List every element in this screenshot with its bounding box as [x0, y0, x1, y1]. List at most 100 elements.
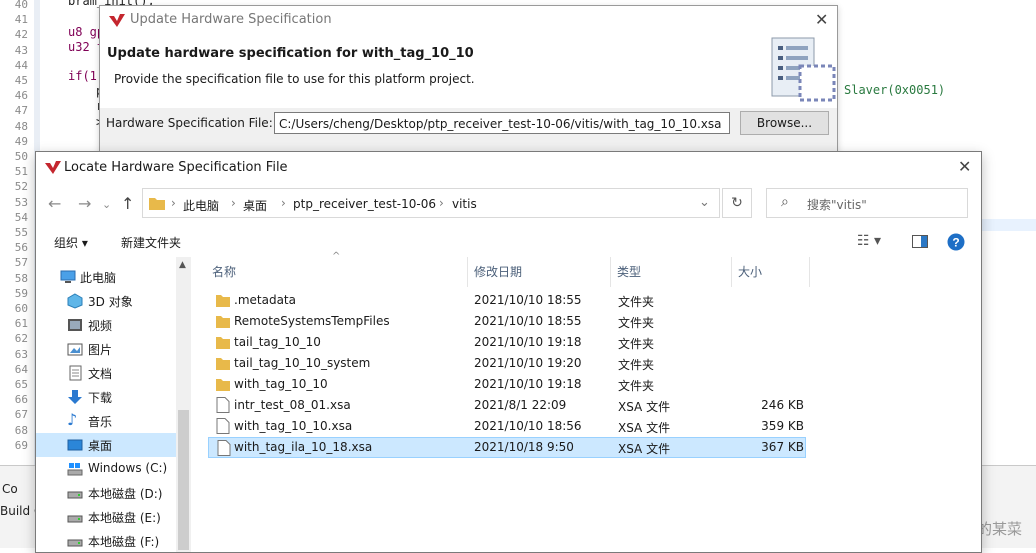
breadcrumb-separator: ›: [281, 196, 286, 210]
desktop-icon: [67, 437, 83, 453]
file-date: 2021/10/10 18:56: [474, 419, 582, 433]
folder-icon: [216, 379, 230, 391]
scrollbar-thumb[interactable]: [178, 410, 189, 550]
dialog-subheading: Provide the specification file to use fo…: [114, 72, 475, 86]
hardware-spec-label: Hardware Specification File:: [106, 116, 273, 130]
locate-file-dialog: Locate Hardware Specification File ✕ ← →…: [35, 151, 982, 553]
sidebar-item-drive-c[interactable]: Windows (C:): [36, 457, 176, 481]
line-number: 41: [14, 13, 28, 27]
file-row-folder[interactable]: tail_tag_10_10 2021/10/10 19:18 文件夹: [208, 332, 808, 353]
column-size[interactable]: 大小: [738, 263, 762, 280]
code-line: Slaver(0x0051): [844, 83, 946, 97]
line-number: 58: [14, 271, 28, 285]
current-line-highlight: [980, 219, 1036, 231]
help-icon[interactable]: ?: [947, 233, 965, 251]
line-number: 50: [14, 150, 28, 163]
line-number: 49: [14, 134, 28, 148]
hardware-spec-field[interactable]: C:/Users/cheng/Desktop/ptp_receiver_test…: [274, 112, 730, 134]
file-name: tail_tag_10_10: [234, 335, 321, 349]
file-name: intr_test_08_01.xsa: [234, 398, 351, 412]
computer-icon: [60, 269, 76, 285]
column-name[interactable]: 名称: [212, 263, 236, 280]
search-box[interactable]: ⌕ 搜索"vitis": [766, 188, 968, 218]
navigation-pane: 此电脑 3D 对象 视频 图片 文档 下载 ♪ 音乐 桌面 Windows (C…: [36, 257, 191, 552]
line-number: 51: [14, 165, 28, 179]
line-number: 63: [14, 347, 28, 361]
chevron-down-icon[interactable]: ⌄: [699, 195, 710, 210]
column-divider[interactable]: [731, 257, 732, 287]
browse-button[interactable]: Browse...: [740, 111, 829, 135]
breadcrumb-item[interactable]: 桌面: [243, 197, 267, 214]
address-bar[interactable]: › 此电脑 › 桌面 › ptp_receiver_test-10-06 › v…: [142, 188, 720, 218]
sidebar-item-drive-e[interactable]: 本地磁盘 (E:): [36, 505, 176, 529]
column-divider[interactable]: [467, 257, 468, 287]
file-row-xsa[interactable]: with_tag_10_10.xsa 2021/10/10 18:56 XSA …: [208, 416, 808, 437]
sidebar-item-this-pc[interactable]: 此电脑: [36, 265, 176, 289]
column-date[interactable]: 修改日期: [474, 263, 522, 280]
scroll-up-icon[interactable]: ▲: [179, 260, 186, 270]
up-icon[interactable]: ↑: [121, 194, 134, 213]
sidebar-item-3d-objects[interactable]: 3D 对象: [36, 289, 176, 313]
drive-icon: [67, 509, 83, 525]
breadcrumb-item[interactable]: ptp_receiver_test-10-06: [293, 197, 436, 211]
file-row-folder[interactable]: with_tag_10_10 2021/10/10 19:18 文件夹: [208, 374, 808, 395]
breadcrumb-separator: ›: [231, 196, 236, 210]
organize-button[interactable]: 组织 ▾: [54, 234, 88, 251]
sidebar-item-videos[interactable]: 视频: [36, 313, 176, 337]
file-date: 2021/10/10 19:18: [474, 335, 582, 349]
file-date: 2021/10/10 18:55: [474, 314, 582, 328]
sidebar-item-documents[interactable]: 文档: [36, 361, 176, 385]
dialog-title: Locate Hardware Specification File: [64, 160, 288, 175]
file-size: 359 KB: [761, 419, 804, 433]
line-number: 59: [14, 286, 28, 300]
command-bar: 组织 ▾ 新建文件夹 ☷ ▾ ?: [36, 227, 981, 255]
sidebar-item-downloads[interactable]: 下载: [36, 385, 176, 409]
sidebar-item-desktop[interactable]: 桌面: [36, 433, 176, 457]
drive-icon: [67, 485, 83, 501]
forward-icon[interactable]: →: [78, 194, 91, 213]
sidebar-item-drive-d[interactable]: 本地磁盘 (D:): [36, 481, 176, 505]
file-row-xsa[interactable]: intr_test_08_01.xsa 2021/8/1 22:09 XSA 文…: [208, 395, 808, 416]
sidebar-item-drive-f[interactable]: 本地磁盘 (F:): [36, 529, 176, 553]
line-number: 55: [14, 226, 28, 239]
close-icon[interactable]: ✕: [958, 157, 971, 176]
folder-icon: [216, 295, 230, 307]
column-type[interactable]: 类型: [617, 263, 641, 280]
sidebar-item-pictures[interactable]: 图片: [36, 337, 176, 361]
line-number: 43: [14, 43, 28, 57]
line-number: 42: [14, 28, 28, 42]
file-name: with_tag_10_10: [234, 377, 328, 391]
line-number: 68: [14, 423, 28, 437]
folder-icon: [149, 198, 165, 210]
file-row-folder[interactable]: tail_tag_10_10_system 2021/10/10 19:20 文…: [208, 353, 808, 374]
file-type: XSA 文件: [618, 442, 671, 456]
file-row-folder[interactable]: .metadata 2021/10/10 18:55 文件夹: [208, 290, 808, 311]
file-date: 2021/10/10 19:18: [474, 377, 582, 391]
file-name: with_tag_ila_10_18.xsa: [234, 440, 373, 454]
line-number: 40: [14, 0, 28, 11]
file-row-folder[interactable]: RemoteSystemsTempFiles 2021/10/10 18:55 …: [208, 311, 808, 332]
dialog-heading: Update hardware specification for with_t…: [107, 46, 474, 61]
file-row-selected[interactable]: with_tag_ila_10_18.xsa 2021/10/18 9:50 X…: [208, 437, 806, 458]
recent-dropdown-icon[interactable]: ⌄: [102, 198, 111, 211]
preview-pane-icon[interactable]: [912, 235, 928, 248]
breadcrumb-separator: ›: [171, 196, 176, 210]
close-icon[interactable]: ✕: [815, 10, 828, 29]
download-icon: [67, 389, 83, 405]
breadcrumb-item[interactable]: vitis: [452, 197, 477, 211]
file-list-header: ^ 名称 修改日期 类型 大小: [194, 251, 981, 287]
line-number: 61: [14, 317, 28, 331]
column-divider[interactable]: [809, 257, 810, 287]
new-folder-button[interactable]: 新建文件夹: [121, 234, 181, 251]
column-divider[interactable]: [610, 257, 611, 287]
back-icon[interactable]: ←: [48, 194, 61, 213]
sidebar-item-music[interactable]: ♪ 音乐: [36, 409, 176, 433]
file-icon: [217, 440, 231, 456]
refresh-icon[interactable]: ↻: [722, 188, 752, 218]
music-icon: ♪: [67, 410, 78, 429]
line-number: 46: [14, 89, 28, 103]
breadcrumb-item[interactable]: 此电脑: [183, 197, 219, 214]
view-options-icon[interactable]: ☷ ▾: [857, 233, 881, 249]
console-tab-label[interactable]: Co: [2, 482, 18, 496]
search-icon: ⌕: [781, 194, 789, 210]
